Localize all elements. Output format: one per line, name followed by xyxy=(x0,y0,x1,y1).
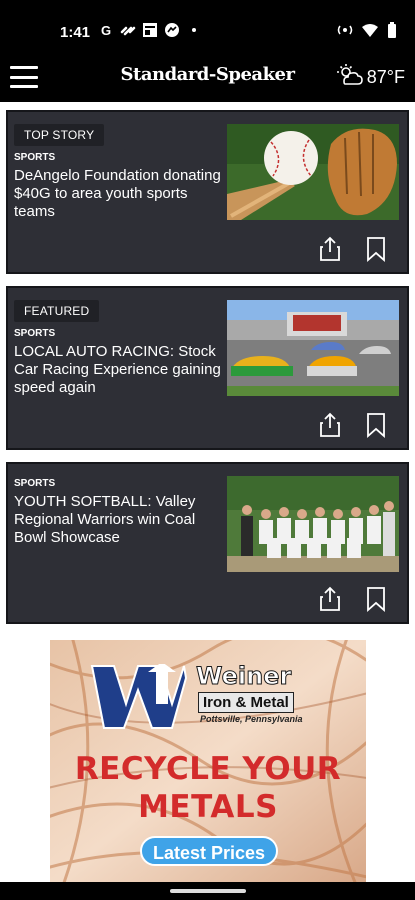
share-icon[interactable] xyxy=(319,236,341,262)
ad-brand-subtitle: Iron & Metal xyxy=(198,692,294,713)
section-label[interactable]: SPORTS xyxy=(14,478,228,489)
ad-brand-name: Weiner xyxy=(195,662,292,691)
story-headline[interactable]: DeAngelo Foundation donating $40G to are… xyxy=(14,167,228,221)
softball-team-image xyxy=(227,476,399,572)
hotspot-icon xyxy=(337,23,353,42)
ad-location: Pottsville, Pennsylvania xyxy=(200,714,303,724)
ad-headline-line-2: METALS xyxy=(138,789,278,825)
story-card[interactable]: SPORTS YOUTH SOFTBALL: Valley Regional W… xyxy=(6,462,409,624)
system-navigation-bar xyxy=(0,882,415,900)
status-bar: 1:41 G xyxy=(0,0,415,52)
battery-icon xyxy=(387,22,397,43)
section-label[interactable]: SPORTS xyxy=(14,152,228,163)
news-icon xyxy=(142,22,158,38)
system-icons xyxy=(337,22,397,43)
story-headline[interactable]: LOCAL AUTO RACING: Stock Car Racing Expe… xyxy=(14,343,228,397)
link-icon xyxy=(120,22,136,38)
ad-headline: RECYCLE YOUR METALS xyxy=(50,750,366,826)
partly-cloudy-icon xyxy=(336,64,363,91)
story-card[interactable]: TOP STORY SPORTS DeAngelo Foundation don… xyxy=(6,110,409,274)
story-thumbnail[interactable] xyxy=(227,124,399,220)
top-story-badge: TOP STORY xyxy=(14,124,105,146)
story-thumbnail[interactable] xyxy=(227,300,399,396)
temperature: 87°F xyxy=(366,67,405,87)
bookmark-icon[interactable] xyxy=(365,236,387,262)
story-headline[interactable]: YOUTH SOFTBALL: Valley Regional Warriors… xyxy=(14,493,228,547)
app-header: Standard-Speaker 87°F xyxy=(0,52,415,102)
share-icon[interactable] xyxy=(319,412,341,438)
more-notifications-dot xyxy=(192,28,196,32)
advertisement-banner[interactable]: Weiner Iron & Metal Pottsville, Pennsylv… xyxy=(50,640,366,884)
story-thumbnail[interactable] xyxy=(227,476,399,572)
wifi-icon xyxy=(362,23,378,42)
weiner-logo-icon xyxy=(88,662,188,730)
notification-icons: G xyxy=(98,22,196,38)
featured-badge: FEATURED xyxy=(14,300,100,322)
story-card[interactable]: FEATURED SPORTS LOCAL AUTO RACING: Stock… xyxy=(6,286,409,450)
messenger-icon xyxy=(164,22,180,38)
home-gesture-handle[interactable] xyxy=(170,889,246,893)
status-time: 1:41 xyxy=(60,24,91,41)
latest-prices-button[interactable]: Latest Prices xyxy=(140,836,278,866)
menu-icon-bar xyxy=(10,85,38,88)
share-icon[interactable] xyxy=(319,586,341,612)
baseball-equipment-image xyxy=(227,124,399,220)
ad-headline-line-1: RECYCLE YOUR xyxy=(74,751,342,787)
section-label[interactable]: SPORTS xyxy=(14,328,228,339)
stock-cars-image xyxy=(227,300,399,396)
bookmark-icon[interactable] xyxy=(365,586,387,612)
google-icon: G xyxy=(100,22,112,38)
weather-widget[interactable]: 87°F xyxy=(336,64,405,91)
bookmark-icon[interactable] xyxy=(365,412,387,438)
